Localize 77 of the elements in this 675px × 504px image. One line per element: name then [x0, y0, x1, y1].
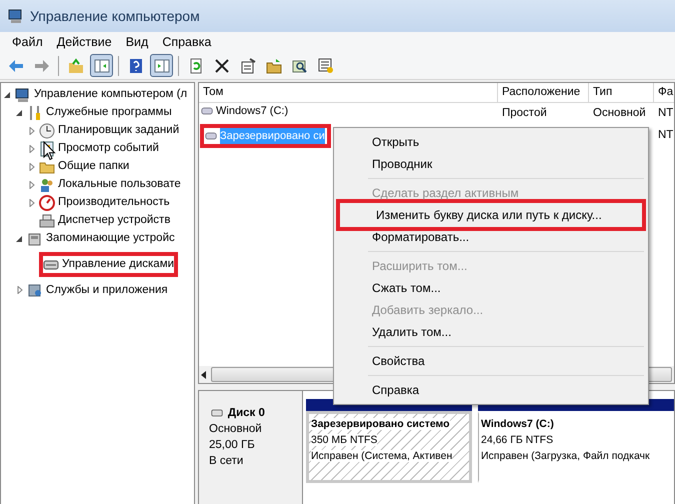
disk-info: 25,00 ГБ	[209, 438, 256, 453]
find-icon	[292, 58, 308, 74]
column-header[interactable]: Фа	[654, 83, 675, 102]
services-icon	[27, 282, 43, 298]
tree-item[interactable]: Службы и приложения	[46, 282, 168, 299]
properties-icon	[240, 58, 256, 74]
disk-drive-icon	[209, 407, 225, 419]
tree-item[interactable]: Управление компьютером (л	[34, 86, 188, 104]
collapsed-arrow-icon[interactable]	[15, 286, 25, 294]
menu-item[interactable]: Вид	[120, 32, 154, 52]
column-header[interactable]: Том	[199, 83, 498, 102]
collapsed-arrow-icon[interactable]	[27, 199, 37, 207]
disk-drive-icon	[204, 130, 218, 142]
pane-icon	[94, 58, 110, 74]
table-cell: NT	[658, 129, 674, 142]
menu-item[interactable]: Справка	[336, 379, 646, 401]
menu-item[interactable]: Изменить букву диска или путь к диску...	[336, 199, 646, 231]
disk-drive-icon	[200, 105, 214, 118]
users-icon	[39, 177, 55, 193]
window-title: Управление компьютером	[30, 6, 200, 26]
clock-icon	[39, 123, 55, 139]
partition-info: 350 МБ NTFS	[311, 434, 378, 446]
table-cell: Простой	[502, 106, 547, 119]
menu-item[interactable]: Справка	[156, 32, 218, 52]
tree-item[interactable]: Управление дисками	[62, 256, 174, 274]
disk-name: Диск 0	[228, 406, 265, 421]
partition-info: Исправен (Система, Активен	[311, 450, 452, 462]
expanded-arrow-icon[interactable]	[15, 235, 25, 243]
collapsed-arrow-icon[interactable]	[27, 163, 37, 171]
menu-item[interactable]: Действие	[50, 32, 118, 52]
tree-item[interactable]: Общие папки	[58, 158, 130, 176]
menu-item[interactable]: Сжать том...	[336, 277, 646, 299]
tools-icon	[27, 105, 43, 121]
partition-name: Windows7 (C:)	[481, 418, 554, 430]
refresh-icon	[188, 58, 204, 74]
pane-icon	[154, 58, 170, 74]
column-header[interactable]: Расположение	[498, 83, 589, 102]
partition-block[interactable]: Зарезервировано системо 350 МБ NTFS Исправен (Система, Активен	[306, 411, 472, 483]
partition-info: 24,66 ГБ NTFS	[481, 434, 554, 446]
column-header[interactable]: Тип	[589, 83, 654, 102]
menu-item[interactable]: Проводник	[336, 153, 646, 175]
tree-item[interactable]: Запоминающие устройс	[46, 230, 175, 248]
printer-icon	[39, 213, 55, 229]
disk-info: В сети	[209, 454, 244, 469]
partition-name: Зарезервировано системо	[311, 418, 450, 430]
folder-icon	[68, 58, 84, 74]
back-arrow-icon	[8, 58, 24, 74]
menu-item[interactable]: Файл	[6, 32, 49, 52]
expanded-arrow-icon[interactable]	[3, 91, 13, 99]
open-folder-icon	[266, 58, 282, 74]
delete-icon	[214, 58, 230, 74]
forward-arrow-icon	[34, 58, 50, 74]
storage-icon	[27, 231, 43, 247]
collapsed-arrow-icon[interactable]	[27, 145, 37, 153]
help-icon	[128, 58, 144, 74]
volume-row[interactable]: Windows7 (C:)	[200, 103, 290, 120]
tree-item[interactable]: Просмотр событий	[58, 140, 159, 158]
collapsed-arrow-icon[interactable]	[27, 181, 37, 189]
expanded-arrow-icon[interactable]	[15, 109, 25, 117]
menu-item[interactable]: Удалить том...	[336, 321, 646, 343]
export-icon	[318, 58, 334, 74]
computer-icon	[8, 8, 24, 24]
computer-icon	[15, 87, 31, 103]
tree-item[interactable]: Диспетчер устройств	[58, 212, 170, 230]
collapsed-arrow-icon[interactable]	[27, 127, 37, 135]
tree-item[interactable]: Служебные программы	[46, 104, 172, 122]
table-cell: NT	[658, 106, 674, 119]
disk-info: Основной	[209, 422, 263, 437]
menu-item[interactable]: Свойства	[336, 350, 646, 372]
tree-item[interactable]: Производительность	[58, 194, 170, 212]
tree-item[interactable]: Локальные пользовате	[58, 176, 181, 194]
table-cell: Основной	[593, 106, 646, 119]
menu-item[interactable]: Открыть	[336, 131, 646, 153]
partition-info: Исправен (Загрузка, Файл подкачк	[481, 450, 650, 462]
gauge-icon	[39, 195, 55, 211]
tree-item[interactable]: Планировщик заданий	[58, 122, 180, 140]
scroll-left-arrow-icon[interactable]	[201, 370, 207, 378]
